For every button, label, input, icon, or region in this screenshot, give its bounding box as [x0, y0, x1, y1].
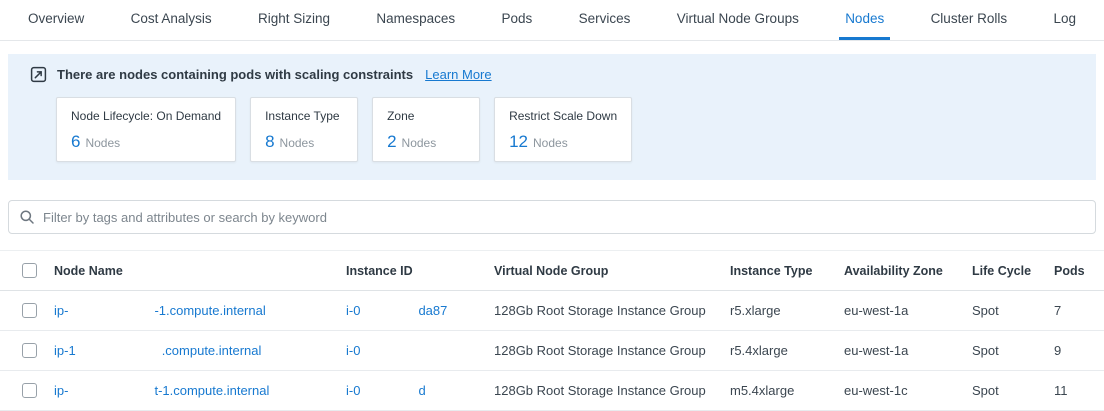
availability-zone-cell: eu-west-1a — [836, 291, 964, 331]
instance-id-link[interactable]: i-0 da87 — [346, 303, 447, 318]
instance-id-suffix: d — [418, 383, 425, 398]
node-name-suffix: .compute.internal — [162, 343, 262, 358]
node-name-link[interactable]: ip-1 .compute.internal — [54, 343, 261, 358]
card-title: Restrict Scale Down — [509, 109, 617, 123]
card-title: Zone — [387, 109, 465, 123]
instance-type-cell: m5.4xlarge — [722, 371, 836, 411]
node-name-prefix: ip-1 — [54, 343, 76, 358]
node-name-suffix: -1.compute.internal — [154, 303, 265, 318]
instance-id-prefix: i-0 — [346, 343, 360, 358]
constraint-cards: Node Lifecycle: On Demand 6 Nodes Instanc… — [56, 97, 1096, 162]
table-header-row: Node Name Instance ID Virtual Node Group… — [0, 251, 1104, 291]
card-unit: Nodes — [402, 136, 437, 150]
row-checkbox[interactable] — [22, 303, 37, 318]
card-count: 12 — [509, 132, 528, 151]
pods-cell: 11 — [1046, 371, 1104, 411]
pods-cell: 7 — [1046, 291, 1104, 331]
column-instance-id: Instance ID — [338, 251, 486, 291]
cluster-tab-bar: Overview Cost Analysis Right Sizing Name… — [0, 0, 1104, 41]
life-cycle-cell: Spot — [964, 371, 1046, 411]
instance-id-prefix: i-0 — [346, 383, 360, 398]
tab-cluster-rolls[interactable]: Cluster Rolls — [925, 0, 1014, 40]
select-all-checkbox[interactable] — [22, 263, 37, 278]
column-instance-type: Instance Type — [722, 251, 836, 291]
nodes-table: Node Name Instance ID Virtual Node Group… — [0, 250, 1104, 411]
card-title: Node Lifecycle: On Demand — [71, 109, 221, 123]
card-count: 2 — [387, 132, 396, 151]
card-instance-type[interactable]: Instance Type 8 Nodes — [250, 97, 358, 162]
tab-right-sizing[interactable]: Right Sizing — [252, 0, 336, 40]
card-node-lifecycle[interactable]: Node Lifecycle: On Demand 6 Nodes — [56, 97, 236, 162]
life-cycle-cell: Spot — [964, 331, 1046, 371]
column-pods: Pods — [1046, 251, 1104, 291]
instance-type-cell: r5.xlarge — [722, 291, 836, 331]
tab-log[interactable]: Log — [1047, 0, 1082, 40]
tab-overview[interactable]: Overview — [22, 0, 90, 40]
tab-cost-analysis[interactable]: Cost Analysis — [125, 0, 218, 40]
search-icon — [19, 209, 35, 225]
vng-cell: 128Gb Root Storage Instance Group — [486, 371, 722, 411]
node-name-link[interactable]: ip- -1.compute.internal — [54, 303, 266, 318]
card-zone[interactable]: Zone 2 Nodes — [372, 97, 480, 162]
node-name-suffix: t-1.compute.internal — [154, 383, 269, 398]
column-life-cycle: Life Cycle — [964, 251, 1046, 291]
table-row: ip-t-1.compute.internal i-0 d 128Gb Root … — [0, 371, 1104, 411]
instance-id-cell: i-0 da87 — [338, 291, 486, 331]
instance-type-cell: r5.4xlarge — [722, 331, 836, 371]
search-input[interactable] — [43, 210, 1085, 225]
scaling-constraints-banner: There are nodes containing pods with sca… — [8, 54, 1096, 180]
tab-services[interactable]: Services — [573, 0, 637, 40]
column-node-name: Node Name — [46, 251, 338, 291]
filter-bar — [8, 200, 1096, 234]
scale-constraint-icon — [30, 66, 47, 83]
instance-id-link[interactable]: i-0 d — [346, 383, 426, 398]
instance-id-prefix: i-0 — [346, 303, 360, 318]
life-cycle-cell: Spot — [964, 291, 1046, 331]
card-unit: Nodes — [85, 136, 120, 150]
card-unit: Nodes — [280, 136, 315, 150]
node-name-cell: ip-1 .compute.internal — [46, 331, 338, 371]
node-name-cell: ip-t-1.compute.internal — [46, 371, 338, 411]
tab-pods[interactable]: Pods — [496, 0, 539, 40]
pods-cell: 9 — [1046, 331, 1104, 371]
node-name-prefix: ip- — [54, 303, 68, 318]
availability-zone-cell: eu-west-1c — [836, 371, 964, 411]
learn-more-link[interactable]: Learn More — [425, 67, 491, 82]
column-availability-zone: Availability Zone — [836, 251, 964, 291]
banner-message: There are nodes containing pods with sca… — [57, 67, 413, 82]
instance-id-cell: i-0 d — [338, 371, 486, 411]
tab-namespaces[interactable]: Namespaces — [370, 0, 461, 40]
card-count: 6 — [71, 132, 80, 151]
tab-nodes[interactable]: Nodes — [839, 0, 890, 40]
vng-cell: 128Gb Root Storage Instance Group — [486, 331, 722, 371]
table-row: ip- -1.compute.internal i-0 da87 128Gb Roo… — [0, 291, 1104, 331]
availability-zone-cell: eu-west-1a — [836, 331, 964, 371]
node-name-cell: ip- -1.compute.internal — [46, 291, 338, 331]
tab-virtual-node-groups[interactable]: Virtual Node Groups — [671, 0, 805, 40]
node-name-link[interactable]: ip-t-1.compute.internal — [54, 383, 269, 398]
table-row: ip-1 .compute.internal i-0 128Gb Root Sto… — [0, 331, 1104, 371]
card-count: 8 — [265, 132, 274, 151]
instance-id-suffix: da87 — [418, 303, 447, 318]
row-checkbox[interactable] — [22, 343, 37, 358]
card-unit: Nodes — [533, 136, 568, 150]
column-virtual-node-group: Virtual Node Group — [486, 251, 722, 291]
row-checkbox[interactable] — [22, 383, 37, 398]
node-name-prefix: ip- — [54, 383, 68, 398]
card-restrict-scale-down[interactable]: Restrict Scale Down 12 Nodes — [494, 97, 632, 162]
vng-cell: 128Gb Root Storage Instance Group — [486, 291, 722, 331]
instance-id-link[interactable]: i-0 — [346, 343, 418, 358]
instance-id-cell: i-0 — [338, 331, 486, 371]
card-title: Instance Type — [265, 109, 343, 123]
